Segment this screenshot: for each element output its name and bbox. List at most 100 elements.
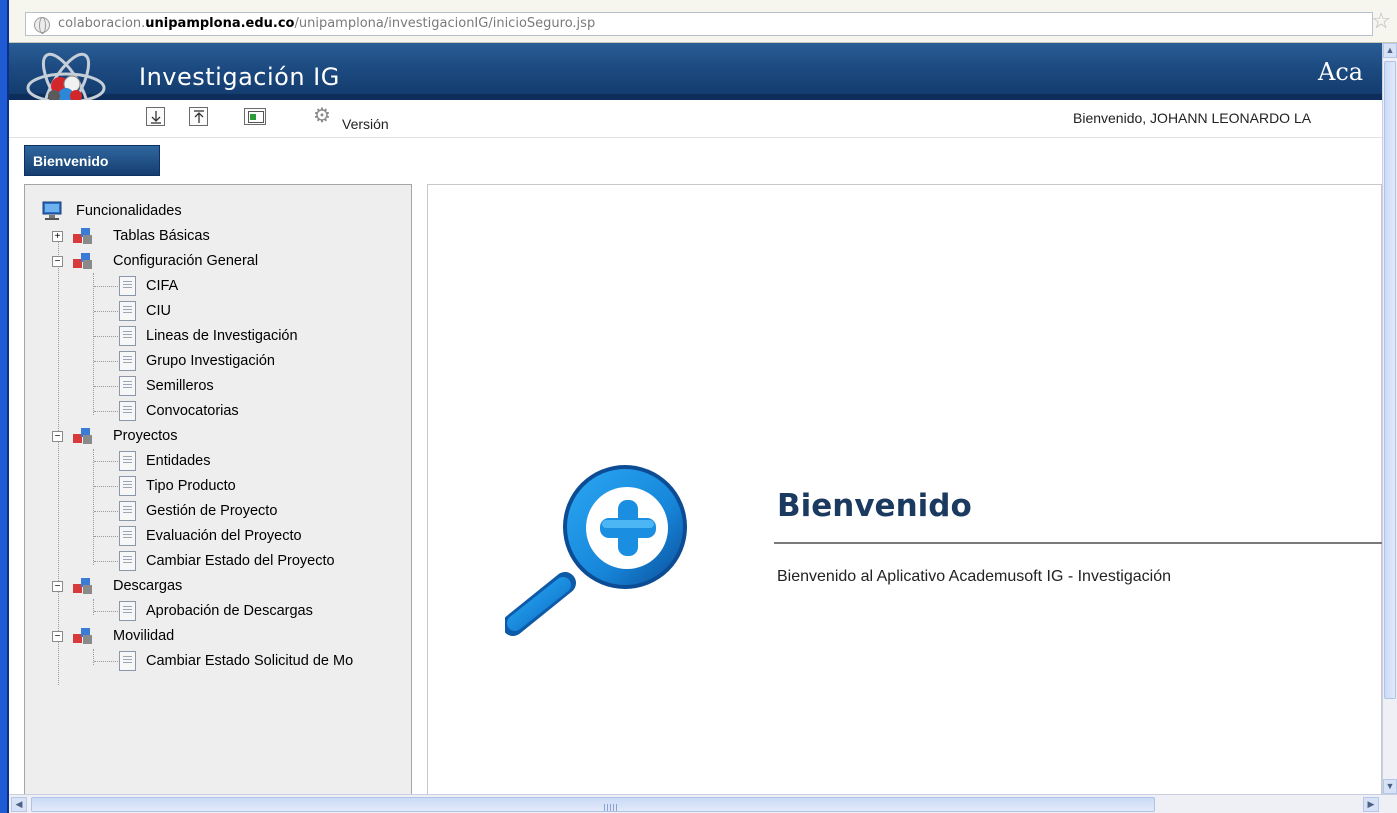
document-icon (119, 301, 136, 321)
scroll-down-arrow-icon[interactable]: ▼ (1383, 779, 1397, 794)
tree-item-label: Gestión de Proyecto (146, 503, 278, 519)
collapse-toggle-icon[interactable]: − (52, 256, 63, 267)
tree-item-entidades[interactable]: Entidades (119, 449, 399, 473)
tree-group-label: Tablas Básicas (113, 228, 210, 244)
tree-group-descargas[interactable]: − Descargas (52, 574, 392, 598)
tree-item-cambiar-estado-solicitud[interactable]: Cambiar Estado Solicitud de Mo (119, 649, 411, 673)
cubes-icon (73, 228, 92, 244)
url-path: /unipamplona/investigacionIG/inicioSegur… (294, 16, 596, 31)
url-field[interactable]: colaboracion.unipamplona.edu.co/unipampl… (25, 12, 1373, 36)
tree-item-gestion-proyecto[interactable]: Gestión de Proyecto (119, 499, 399, 523)
tree-item-aprobacion-descargas[interactable]: Aprobación de Descargas (119, 599, 399, 623)
tree-group-configuracion-general[interactable]: − Configuración General (52, 249, 392, 273)
tree-leaf-connector (94, 511, 118, 512)
tree-leaf-connector (94, 311, 118, 312)
tree-item-label: Semilleros (146, 378, 214, 394)
bookmark-star-icon[interactable]: ☆ (1371, 10, 1391, 32)
tree-leaf-connector (94, 536, 118, 537)
tree-item-evaluacion-proyecto[interactable]: Evaluación del Proyecto (119, 524, 399, 548)
scroll-grip-icon (604, 804, 618, 811)
document-icon (119, 401, 136, 421)
document-icon (119, 326, 136, 346)
window-frame-left (0, 0, 9, 813)
document-icon (119, 276, 136, 296)
tree-trunk-line (58, 233, 59, 685)
browser-address-bar: colaboracion.unipamplona.edu.co/unipampl… (9, 0, 1397, 43)
computer-icon (42, 201, 62, 220)
tree-group-label: Descargas (113, 578, 183, 594)
welcome-message: Bienvenido al Aplicativo Academusoft IG … (777, 568, 1171, 585)
tree-item-label: CIU (146, 303, 171, 319)
download-arrow-icon[interactable] (146, 107, 165, 126)
tree-leaf-connector (94, 486, 118, 487)
upload-arrow-icon[interactable] (189, 107, 208, 126)
collapse-toggle-icon[interactable]: − (52, 431, 63, 442)
tree-branch-line (93, 273, 94, 415)
tree-item-label: Tipo Producto (146, 478, 236, 494)
tree-item-lineas-investigacion[interactable]: Lineas de Investigación (119, 324, 399, 348)
tree-item-cambiar-estado-proyecto[interactable]: Cambiar Estado del Proyecto (119, 549, 399, 573)
tree-item-label: Grupo Investigación (146, 353, 275, 369)
tree-branch-line (93, 599, 94, 615)
url-prefix: colaboracion. (58, 16, 146, 31)
tree-item-label: Aprobación de Descargas (146, 603, 313, 619)
document-icon (119, 451, 136, 471)
tree-group-movilidad[interactable]: − Movilidad (52, 624, 392, 648)
app-title: Investigación IG (139, 63, 340, 91)
horizontal-scroll-thumb[interactable] (31, 797, 1155, 812)
scroll-left-arrow-icon[interactable]: ◀ (11, 797, 27, 812)
tree-group-label: Movilidad (113, 628, 175, 644)
tree-leaf-connector (94, 286, 118, 287)
expand-toggle-icon[interactable]: + (52, 231, 63, 242)
vertical-scroll-thumb[interactable] (1384, 61, 1396, 699)
tree-item-grupo-investigacion[interactable]: Grupo Investigación (119, 349, 399, 373)
document-icon (119, 551, 136, 571)
document-icon (119, 526, 136, 546)
globe-icon (34, 17, 50, 34)
user-welcome-text: Bienvenido, JOHANN LEONARDO LA (1073, 110, 1312, 126)
tree-group-proyectos[interactable]: − Proyectos (52, 424, 392, 448)
tree-root[interactable]: Funcionalidades (42, 199, 342, 223)
window-icon[interactable] (244, 108, 266, 125)
tree-item-label: Convocatorias (146, 403, 239, 419)
tree-leaf-connector (94, 361, 118, 362)
url-domain: unipamplona.edu.co (145, 16, 295, 31)
navigation-tree: Funcionalidades + Tablas Básicas − Confi… (24, 184, 412, 796)
toolbar: ⚙ Versión Bienvenido, JOHANN LEONARDO LA (9, 100, 1382, 138)
tree-item-label: Evaluación del Proyecto (146, 528, 302, 544)
vertical-scrollbar[interactable]: ▲ ▼ (1382, 43, 1397, 794)
tree-item-tipo-producto[interactable]: Tipo Producto (119, 474, 399, 498)
horizontal-scrollbar[interactable]: ◀ ▶ (9, 794, 1397, 813)
document-icon (119, 501, 136, 521)
tree-root-label: Funcionalidades (76, 203, 182, 219)
tree-branch-line (93, 649, 94, 665)
cubes-icon (73, 428, 92, 444)
tree-leaf-connector (94, 561, 118, 562)
tree-item-label: Entidades (146, 453, 211, 469)
url-text[interactable]: colaboracion.unipamplona.edu.co/unipampl… (58, 16, 595, 31)
tree-group-tablas-basicas[interactable]: + Tablas Básicas (52, 224, 392, 248)
tree-item-label: Lineas de Investigación (146, 328, 298, 344)
tree-leaf-connector (94, 461, 118, 462)
cubes-icon (73, 628, 92, 644)
tree-item-cifa[interactable]: CIFA (119, 274, 399, 298)
tree-item-semilleros[interactable]: Semilleros (119, 374, 399, 398)
tree-leaf-connector (94, 386, 118, 387)
cubes-icon (73, 253, 92, 269)
tree-leaf-connector (94, 336, 118, 337)
search-plus-logo-icon (502, 465, 715, 640)
collapse-toggle-icon[interactable]: − (52, 631, 63, 642)
scroll-right-arrow-icon[interactable]: ▶ (1363, 797, 1379, 812)
tab-bienvenido[interactable]: Bienvenido (24, 145, 160, 176)
version-link[interactable]: Versión (342, 116, 389, 132)
scroll-up-arrow-icon[interactable]: ▲ (1383, 43, 1397, 58)
document-icon (119, 376, 136, 396)
tree-leaf-connector (94, 411, 118, 412)
collapse-toggle-icon[interactable]: − (52, 581, 63, 592)
tree-item-label: Cambiar Estado Solicitud de Mo (146, 653, 354, 669)
gear-icon: ⚙ (313, 105, 331, 127)
tree-item-label: CIFA (146, 278, 179, 294)
heading-divider (774, 542, 1382, 544)
tree-item-ciu[interactable]: CIU (119, 299, 399, 323)
tree-item-convocatorias[interactable]: Convocatorias (119, 399, 399, 423)
